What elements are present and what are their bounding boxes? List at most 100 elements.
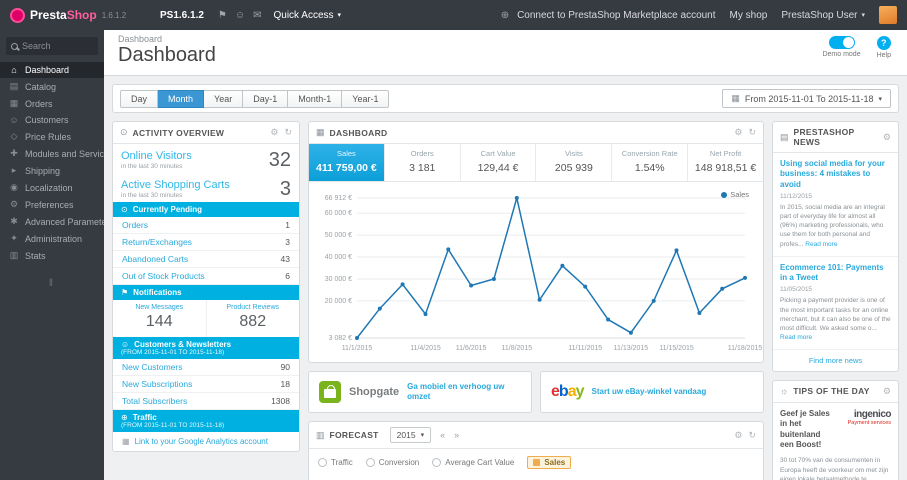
search-icon	[11, 42, 18, 50]
forecast-option-average-cart-value[interactable]: Average Cart Value	[432, 458, 514, 467]
news-panel-title: PRESTASHOP NEWS	[793, 127, 855, 147]
marketplace-link[interactable]: ⊕ Connect to PrestaShop Marketplace accou…	[497, 10, 716, 21]
period-month-1-button[interactable]: Month-1	[288, 89, 343, 108]
news-headline-link[interactable]: Ecommerce 101: Payments in a Tweet	[780, 263, 891, 284]
sidebar-item-label: Dashboard	[25, 65, 70, 75]
refresh-icon[interactable]: ↻	[284, 127, 292, 138]
settings-icon[interactable]: ⚙	[270, 127, 278, 138]
customers-notifications-icon[interactable]: ☺	[235, 10, 245, 21]
kpi-sales[interactable]: Sales 411 759,00 €	[309, 144, 385, 181]
chevron-down-icon: ▾	[861, 12, 865, 19]
pending-orders-row[interactable]: Orders 1	[113, 217, 299, 234]
sidebar-item-modules[interactable]: ✚ Modules and Services	[0, 145, 104, 162]
pending-returns-row[interactable]: Return/Exchanges 3	[113, 234, 299, 251]
sidebar-collapse-button[interactable]: ‖	[0, 278, 104, 289]
forecast-legend: Traffic Conversion Average Cart Value Sa…	[309, 449, 763, 480]
new-customers-row[interactable]: New Customers 90	[113, 359, 299, 376]
forecast-option-traffic[interactable]: Traffic	[318, 458, 353, 467]
kpi-cart-value[interactable]: Cart Value 129,44 €	[461, 144, 537, 181]
brand-wordmark: PrestaShop	[30, 8, 97, 22]
sidebar-item-orders[interactable]: ▦ Orders	[0, 95, 104, 112]
refresh-icon[interactable]: ↻	[748, 430, 756, 441]
notifications-title: Notifications	[133, 288, 182, 297]
period-month-button[interactable]: Month	[158, 89, 205, 108]
sidebar-item-advanced-parameters[interactable]: ✱ Advanced Parameters	[0, 213, 104, 230]
read-more-link[interactable]: Read more	[805, 241, 837, 248]
sidebar-item-label: Preferences	[25, 199, 74, 210]
new-messages-cell[interactable]: New Messages 144	[113, 300, 207, 337]
abandoned-carts-row[interactable]: Abandoned Carts 43	[113, 251, 299, 268]
svg-text:11/15/2015: 11/15/2015	[659, 345, 694, 352]
kpi-conversion-rate[interactable]: Conversion Rate 1.54%	[612, 144, 689, 181]
news-headline-link[interactable]: Using social media for your business: 4 …	[780, 159, 891, 190]
read-more-link[interactable]: Read more	[780, 334, 812, 341]
user-avatar[interactable]	[879, 6, 897, 24]
total-subscribers-row[interactable]: Total Subscribers 1308	[113, 393, 299, 410]
shopgate-link[interactable]: Ga mobiel en verhoog uw omzet	[407, 382, 521, 402]
period-day-1-button[interactable]: Day-1	[243, 89, 289, 108]
sidebar-item-shipping[interactable]: ▸ Shipping	[0, 162, 104, 179]
activity-icon: ⊙	[120, 127, 128, 137]
orders-notifications-icon[interactable]: ⚑	[218, 10, 227, 21]
news-article: Ecommerce 101: Payments in a Tweet 11/05…	[773, 257, 898, 350]
sidebar-item-price-rules[interactable]: ◇ Price Rules	[0, 128, 104, 145]
settings-icon[interactable]: ⚙	[734, 430, 742, 441]
kpi-orders[interactable]: Orders 3 181	[385, 144, 461, 181]
messages-notifications-icon[interactable]: ✉	[253, 10, 261, 21]
date-range-picker[interactable]: ▦ From 2015-11-01 To 2015-11-18 ▾	[722, 89, 891, 108]
user-menu[interactable]: PrestaShop User ▾	[781, 10, 865, 21]
sidebar-item-customers[interactable]: ☺ Customers	[0, 112, 104, 128]
active-carts-subtitle: in the last 30 minutes	[121, 192, 183, 199]
kpi-net-profit[interactable]: Net Profit 148 918,51 €	[688, 144, 763, 181]
svg-text:60 000 €: 60 000 €	[325, 210, 352, 217]
chevron-down-icon: ▾	[420, 432, 425, 439]
sales-line-chart[interactable]: 66 912 € 60 000 € 50 000 € 40 000 € 30 000 €…	[317, 188, 763, 360]
ebay-link[interactable]: Start uw eBay-winkel vandaag	[592, 387, 754, 397]
period-year-button[interactable]: Year	[204, 89, 244, 108]
settings-icon[interactable]: ⚙	[734, 127, 742, 138]
prestashop-admin-window: PrestaShop 1.6.1.2 PS1.6.1.2 ⚑ ☺ ✉ Quick…	[0, 0, 907, 480]
out-of-stock-row[interactable]: Out of Stock Products 6	[113, 268, 299, 285]
sidebar-nav: ⌂ Dashboard ▤ Catalog ▦ Orders ☺ Customers ◇…	[0, 62, 104, 264]
forecast-option-sales[interactable]: Sales	[527, 456, 572, 469]
dashboard-panel: ▦ DASHBOARD ⚙ ↻ Sales 411 759,00 € Orders 3…	[308, 121, 764, 363]
news-excerpt: Picking a payment provider is one of the…	[780, 297, 891, 332]
period-day-button[interactable]: Day	[120, 89, 159, 108]
demo-mode-toggle[interactable]	[828, 36, 855, 49]
period-year-1-button[interactable]: Year-1	[342, 89, 390, 108]
sidebar-item-localization[interactable]: ◉ Localization	[0, 179, 104, 196]
previous-year-button[interactable]: «	[440, 430, 445, 440]
main-area: Dashboard Dashboard Demo mode ? Help Day…	[104, 30, 907, 480]
currently-pending-header: ⊙ Currently Pending	[113, 202, 299, 217]
sidebar-item-dashboard[interactable]: ⌂ Dashboard	[0, 62, 104, 78]
product-reviews-cell[interactable]: Product Reviews 882	[207, 300, 300, 337]
app-version: 1.6.1.2	[101, 10, 127, 20]
google-analytics-link[interactable]: Link to your Google Analytics account	[135, 437, 268, 446]
forecast-option-conversion[interactable]: Conversion	[365, 458, 419, 467]
sidebar-item-label: Customers	[25, 115, 69, 125]
next-year-button[interactable]: »	[454, 430, 459, 440]
quick-access-menu[interactable]: Quick Access ▾	[274, 10, 342, 21]
brand[interactable]: PrestaShop 1.6.1.2	[10, 7, 160, 23]
settings-icon[interactable]: ⚙	[883, 386, 891, 397]
find-more-news-link[interactable]: Find more news	[773, 350, 898, 371]
kpi-visits[interactable]: Visits 205 939	[536, 144, 613, 181]
activity-column: ⊙ ACTIVITY OVERVIEW ⚙ ↻ Online Visitors i…	[112, 121, 300, 452]
search-input[interactable]	[22, 41, 92, 51]
sidebar-item-catalog[interactable]: ▤ Catalog	[0, 78, 104, 95]
sidebar-item-stats[interactable]: ▥ Stats	[0, 247, 104, 264]
sidebar-item-administration[interactable]: ✦ Administration	[0, 230, 104, 247]
preferences-icon: ⚙	[9, 199, 19, 209]
price-rules-icon: ◇	[10, 131, 18, 141]
sidebar-item-label: Price Rules	[25, 131, 72, 142]
forecast-year-select[interactable]: 2015 ▾	[389, 427, 432, 443]
sidebar-item-preferences[interactable]: ⚙ Preferences	[0, 196, 104, 213]
refresh-icon[interactable]: ↻	[748, 127, 756, 138]
tips-panel-title: TIPS OF THE DAY	[793, 386, 870, 397]
settings-icon[interactable]: ⚙	[883, 132, 891, 143]
flag-icon: ⚑	[121, 288, 129, 297]
my-shop-link[interactable]: My shop	[730, 10, 768, 21]
sidebar-search[interactable]	[6, 37, 98, 55]
new-subscriptions-row[interactable]: New Subscriptions 18	[113, 376, 299, 393]
help-icon[interactable]: ?	[876, 36, 891, 50]
